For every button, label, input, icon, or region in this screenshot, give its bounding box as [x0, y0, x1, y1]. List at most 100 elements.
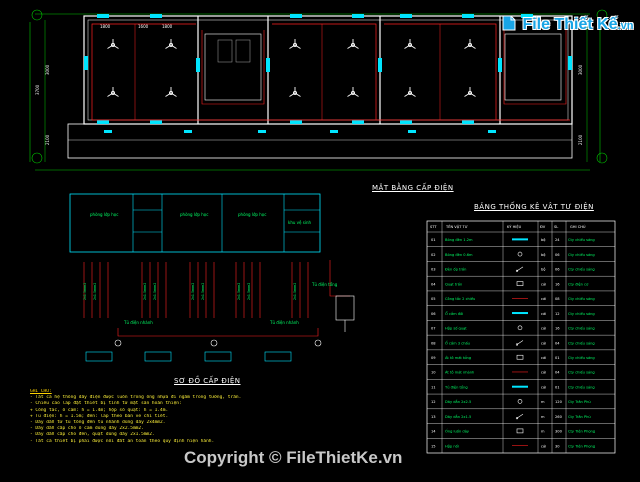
legend-cell-qty: 24: [555, 238, 560, 242]
legend-cell-qty: 06: [555, 268, 560, 272]
legend-header-cell: STT: [430, 225, 437, 229]
legend-cell-note: Cty chiếu sáng: [568, 312, 595, 316]
legend-cell-name: Tủ điện tổng: [444, 384, 468, 389]
watermark-logo: File Thiết Kế.vn: [500, 14, 633, 34]
legend-cell-stt: 13: [431, 415, 436, 419]
legend-cell-unit: cái: [541, 385, 546, 389]
legend-cell-qty: 01: [555, 385, 560, 389]
legend-cell-name: Bóng đèn 1.2m: [445, 238, 473, 242]
legend-cell-stt: 03: [431, 268, 436, 272]
legend-cell-note: Cty Tiền Phong: [568, 430, 595, 434]
logo-icon: [502, 15, 516, 31]
legend-cell-unit: cái: [541, 341, 546, 345]
legend-cell-qty: 01: [555, 356, 560, 360]
svg-text:2x1.5mm2: 2x1.5mm2: [247, 283, 251, 300]
legend-cell-unit: bộ: [541, 238, 545, 242]
legend-cell-qty: 06: [555, 253, 560, 257]
legend-cell-stt: 12: [431, 400, 436, 404]
diagram-label: khu vệ sinh: [288, 220, 311, 225]
legend-cell-note: Cty Trần Phú: [568, 400, 591, 404]
legend-symbol-icon: [515, 340, 524, 346]
legend-header-cell: SL: [554, 225, 558, 229]
legend-cell-unit: m: [541, 430, 545, 434]
legend-cell-qty: 16: [555, 327, 560, 331]
logo-suffix: .vn: [617, 20, 634, 32]
floor-plan: 1800 1600 1800 3000 3700 2100 3000 2100: [29, 9, 608, 171]
svg-text:2x1.5mm2: 2x1.5mm2: [293, 283, 297, 300]
legend-cell-unit: cái: [541, 356, 546, 360]
legend-cell-stt: 11: [431, 385, 436, 389]
legend-header-cell: GHI CHÚ: [570, 224, 586, 229]
legend-cell-unit: bộ: [541, 253, 545, 257]
diagram-note: Tủ điện nhánh: [269, 320, 299, 325]
legend-symbol-icon: [516, 281, 524, 286]
legend-cell-stt: 02: [431, 253, 436, 257]
legend-cell-qty: 30: [555, 444, 560, 448]
svg-text:2x1.5mm2: 2x1.5mm2: [201, 283, 205, 300]
legend-cell-note: Cty Trần Phú: [568, 415, 591, 419]
dim-text: 1800: [100, 24, 111, 29]
copyright-watermark: Copyright © FileThietKe.vn: [184, 448, 403, 467]
legend-cell-note: Cty chiếu sáng: [568, 327, 595, 331]
legend-symbol-icon: [516, 428, 524, 434]
legend-symbol-icon: [516, 354, 524, 360]
dim-text: 1600: [138, 24, 149, 29]
legend-cell-note: Cty chiếu sáng: [568, 356, 595, 360]
legend-cell-unit: cái: [541, 312, 546, 316]
legend-cell-stt: 05: [431, 297, 436, 301]
legend-cell-note: Cty điện cơ: [568, 282, 589, 286]
legend-cell-note: Cty Tiền Phong: [568, 444, 595, 448]
legend-symbol-icon: [517, 325, 523, 331]
legend-cell-stt: 04: [431, 282, 436, 286]
svg-text:2x1.5mm2: 2x1.5mm2: [191, 283, 195, 300]
legend-cell-unit: bộ: [541, 268, 545, 272]
diagram-title: SƠ ĐỒ CẤP ĐIỆN: [174, 377, 241, 385]
legend-cell-name: Át tô mát nhánh: [445, 370, 474, 375]
legend-cell-note: Cty chiếu sáng: [568, 297, 595, 301]
diagram-label: phòng lớp học: [238, 212, 266, 217]
dim-text: 3000: [45, 64, 50, 75]
legend-header-cell: ĐV: [540, 225, 546, 229]
legend-symbol-icon: [512, 312, 528, 315]
legend-cell-unit: cái: [541, 327, 546, 331]
legend-cell-name: Ổ cắm 3 chấu: [445, 340, 470, 345]
legend-cell-note: Cty chiếu sáng: [568, 268, 595, 272]
legend-symbol-icon: [515, 413, 524, 420]
diagram-label: phòng lớp học: [90, 212, 118, 217]
logo-text: File Thiết Kế: [522, 16, 618, 33]
legend-symbol-icon: [512, 385, 528, 388]
diagram-note: Tủ điện tổng: [311, 282, 338, 287]
legend-cell-qty: 260: [555, 415, 563, 419]
diagram-label: phòng lớp học: [180, 212, 208, 217]
legend-cell-name: Ổ cắm đôi: [445, 311, 463, 316]
legend-cell-qty: 08: [555, 297, 560, 301]
power-diagram: phòng lớp học phòng lớp học phòng lớp họ…: [69, 193, 355, 362]
legend-cell-name: Dây dẫn 2x1.5: [445, 414, 471, 419]
diagram-note: Tủ điện nhánh: [123, 320, 153, 325]
legend-cell-note: Cty chiếu sáng: [568, 238, 595, 242]
legend-cell-stt: 10: [431, 371, 436, 375]
legend-cell-name: Dây dẫn 2x2.5: [445, 399, 471, 404]
legend-cell-stt: 08: [431, 341, 436, 345]
legend-cell-qty: 04: [555, 341, 560, 345]
legend-header-cell: TÊN VẬT TƯ: [445, 224, 468, 229]
note-line: - Tất cả thiết bị phải được nối đất an t…: [30, 438, 215, 444]
svg-text:2x1.5mm2: 2x1.5mm2: [143, 283, 147, 300]
legend-cell-note: Cty chiếu sáng: [568, 341, 595, 345]
legend-cell-name: Hộp số quạt: [445, 327, 467, 331]
svg-text:2x1.5mm2: 2x1.5mm2: [93, 283, 97, 300]
svg-text:2x1.5mm2: 2x1.5mm2: [83, 283, 87, 300]
legend-symbol-icon: [512, 238, 528, 241]
legend-symbol-icon: [517, 399, 523, 404]
legend-cell-qty: 04: [555, 371, 560, 375]
legend-cell-name: Bóng đèn 0.6m: [445, 253, 473, 257]
legend-cell-name: Hộp nối: [445, 444, 459, 448]
dim-text: 2100: [578, 134, 583, 145]
legend-cell-stt: 14: [431, 430, 436, 434]
legend-cell-unit: cái: [541, 297, 546, 301]
dim-text: 2100: [45, 134, 50, 145]
floor-plan-title: MẶT BẰNG CẤP ĐIỆN: [372, 184, 454, 192]
legend-cell-name: Đèn ốp trần: [445, 268, 466, 272]
legend-cell-stt: 09: [431, 356, 436, 360]
legend-cell-unit: cái: [541, 371, 546, 375]
